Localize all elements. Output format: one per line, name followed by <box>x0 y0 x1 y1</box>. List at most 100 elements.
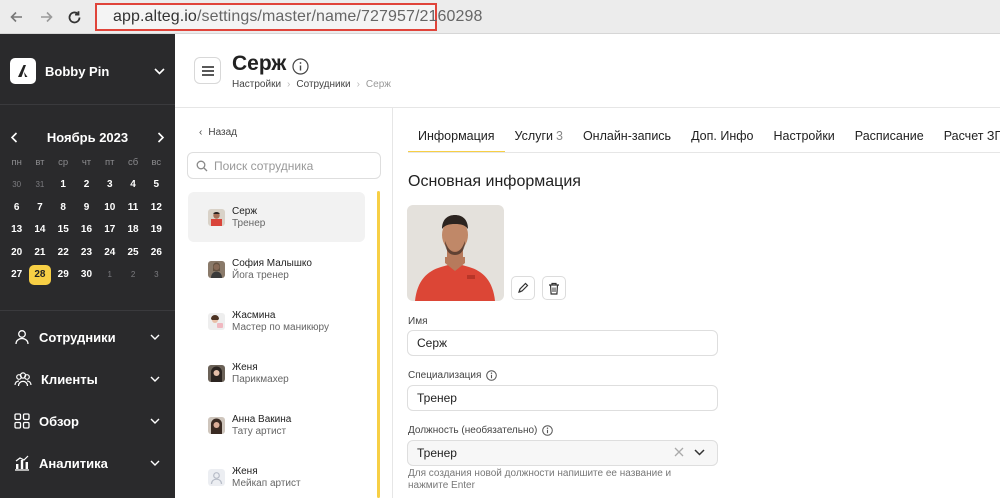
calendar-day[interactable]: 2 <box>121 270 144 279</box>
calendar-day[interactable]: 30 <box>75 269 98 280</box>
avatar <box>208 208 225 226</box>
calendar-day[interactable]: 8 <box>52 202 75 213</box>
calendar-day[interactable]: 24 <box>98 247 121 258</box>
calendar-day[interactable]: 19 <box>145 224 168 235</box>
delete-photo-button[interactable] <box>542 276 566 300</box>
breadcrumb-settings[interactable]: Настройки <box>232 79 281 90</box>
reload-icon[interactable] <box>63 6 85 28</box>
chevron-down-icon <box>150 460 160 466</box>
info-icon[interactable] <box>486 370 498 381</box>
calendar-weekday: сб <box>127 156 139 168</box>
specialization-field[interactable] <box>407 385 718 411</box>
back-link[interactable]: ‹ Назад <box>199 127 237 138</box>
tab-schedule[interactable]: Расписание <box>845 121 934 153</box>
calendar-day[interactable]: 4 <box>121 179 144 190</box>
calendar-day[interactable]: 5 <box>145 179 168 190</box>
calendar-day[interactable]: 13 <box>5 224 28 235</box>
chevron-down-icon <box>150 418 160 424</box>
staff-item[interactable]: Женя Мейкап артист <box>188 452 365 498</box>
calendar-day[interactable]: 27 <box>5 269 28 280</box>
calendar-day[interactable]: 3 <box>145 270 168 279</box>
scrollbar[interactable] <box>377 191 380 498</box>
calendar-day[interactable]: 3 <box>98 179 121 190</box>
calendar-day-selected[interactable]: 28 <box>28 264 51 285</box>
calendar-day[interactable]: 6 <box>5 202 28 213</box>
specialization-input[interactable] <box>417 391 667 405</box>
trash-icon <box>549 282 559 295</box>
menu-item-clients[interactable]: Клиенты <box>14 368 160 390</box>
calendar-day[interactable]: 25 <box>121 247 144 258</box>
staff-search[interactable] <box>187 152 381 179</box>
calendar-weekday: вс <box>151 156 162 168</box>
calendar-day[interactable]: 29 <box>52 269 75 280</box>
calendar-day[interactable]: 30 <box>5 180 28 189</box>
calendar-header: Ноябрь 2023 <box>10 128 165 146</box>
url-text: app.alteg.io/settings/master/name/727957… <box>113 8 483 25</box>
calendar-day[interactable]: 14 <box>28 224 51 235</box>
staff-role: Парикмахер <box>232 373 289 385</box>
calendar-day[interactable]: 9 <box>75 202 98 213</box>
tab-services[interactable]: Услуги 3 <box>505 121 573 153</box>
calendar-day[interactable]: 16 <box>75 224 98 235</box>
tab-settings[interactable]: Настройки <box>763 121 844 153</box>
calendar-day[interactable]: 2 <box>75 179 98 190</box>
staff-name: Анна Вакина <box>232 413 292 425</box>
position-select[interactable]: Тренер <box>407 440 718 466</box>
position-hint: Для создания новой должности напишите ее… <box>408 468 672 491</box>
position-value: Тренер <box>417 446 457 460</box>
calendar-day[interactable]: 22 <box>52 247 75 258</box>
browser-toolbar: app.alteg.io/settings/master/name/727957… <box>0 0 1000 34</box>
staff-item[interactable]: Анна Вакина Тату артист <box>188 400 365 450</box>
menu-toggle-button[interactable] <box>194 57 221 84</box>
breadcrumb-separator-icon: › <box>356 79 360 90</box>
edit-photo-button[interactable] <box>511 276 535 300</box>
calendar-day[interactable]: 1 <box>52 179 75 190</box>
chevron-right-icon[interactable] <box>157 131 165 143</box>
company-switcher[interactable]: Bobby Pin <box>10 57 165 85</box>
info-icon[interactable] <box>292 58 309 80</box>
calendar-day[interactable]: 31 <box>28 180 51 189</box>
calendar-day[interactable]: 10 <box>98 202 121 213</box>
calendar-day[interactable]: 7 <box>28 202 51 213</box>
calendar-day[interactable]: 12 <box>145 202 168 213</box>
menu-item-analytics[interactable]: Аналитика <box>14 452 160 474</box>
avatar <box>208 468 225 486</box>
staff-search-input[interactable] <box>214 158 374 173</box>
menu-item-staff[interactable]: Сотрудники <box>14 326 160 348</box>
calendar-day[interactable]: 1 <box>98 270 121 279</box>
calendar-day[interactable]: 20 <box>5 247 28 258</box>
name-input[interactable] <box>417 336 667 350</box>
forward-arrow-icon[interactable] <box>35 6 57 28</box>
staff-name: София Малышко <box>232 257 312 269</box>
calendar-day[interactable]: 23 <box>75 247 98 258</box>
tab-online-booking[interactable]: Онлайн-запись <box>573 121 681 153</box>
calendar-day[interactable]: 15 <box>52 224 75 235</box>
breadcrumb-staff[interactable]: Сотрудники <box>296 79 350 90</box>
staff-item[interactable]: Жасмина Мастер по маникюру <box>188 296 365 346</box>
tab-extra-info[interactable]: Доп. Инфо <box>681 121 763 153</box>
staff-item[interactable]: Серж Тренер <box>188 192 365 242</box>
chevron-down-icon <box>154 67 165 75</box>
staff-role: Йога тренер <box>232 269 289 281</box>
clear-icon[interactable] <box>674 447 684 457</box>
users-icon <box>14 372 32 387</box>
calendar-day[interactable]: 21 <box>28 247 51 258</box>
calendar-day[interactable]: 26 <box>145 247 168 258</box>
menu-item-overview[interactable]: Обзор <box>14 410 160 432</box>
staff-item[interactable]: Женя Парикмахер <box>188 348 365 398</box>
address-bar[interactable]: app.alteg.io/settings/master/name/727957… <box>95 3 482 31</box>
chevron-down-icon <box>150 376 160 382</box>
tab-information[interactable]: Информация <box>408 121 505 153</box>
calendar-day[interactable]: 18 <box>121 224 144 235</box>
tab-salary[interactable]: Расчет ЗП <box>934 121 1000 153</box>
breadcrumb-separator-icon: › <box>287 79 291 90</box>
chevron-left-icon[interactable] <box>10 131 18 143</box>
calendar-day[interactable]: 17 <box>98 224 121 235</box>
calendar-day[interactable]: 11 <box>121 202 144 213</box>
chevron-down-icon[interactable] <box>694 448 705 456</box>
name-field[interactable] <box>407 330 718 356</box>
staff-item[interactable]: София Малышко Йога тренер <box>188 244 365 294</box>
back-arrow-icon[interactable] <box>6 6 28 28</box>
info-icon[interactable] <box>542 425 554 436</box>
staff-name: Серж <box>232 205 258 217</box>
